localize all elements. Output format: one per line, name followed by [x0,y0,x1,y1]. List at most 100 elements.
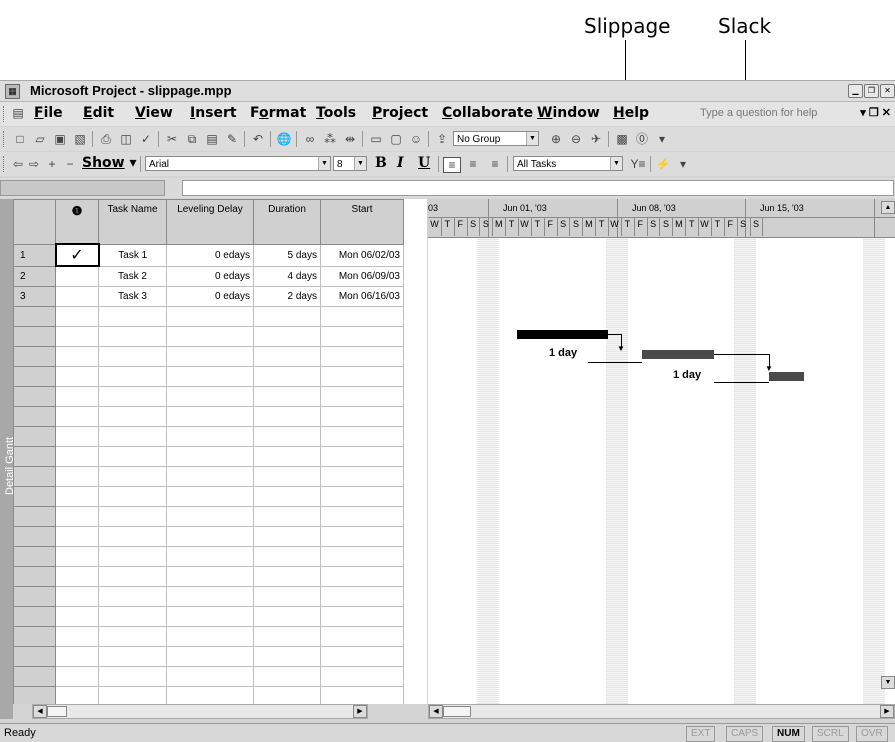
toolbar-grip[interactable] [3,131,7,147]
table-row[interactable] [13,686,404,704]
table-row[interactable] [13,446,404,467]
leveling-delay-cell[interactable]: 0 edays [166,286,254,307]
print-preview-icon[interactable]: ◫ [118,132,134,146]
align-center-icon[interactable]: ≡ [465,157,481,171]
indent-icon[interactable]: ⇨ [26,157,42,171]
start-cell[interactable] [320,686,404,704]
scroll-to-task-icon[interactable]: ✈ [588,132,604,146]
table-row[interactable]: 3 Task 30 edays 2 days Mon 06/16/03 [13,286,404,307]
document-icon[interactable]: ▤ [10,106,26,120]
leveling-delay-cell[interactable] [166,546,254,567]
leveling-delay-cell[interactable] [166,526,254,547]
duration-cell[interactable] [253,566,321,587]
start-cell[interactable] [320,506,404,527]
task-3-bar[interactable] [769,372,804,381]
table-row[interactable] [13,666,404,687]
menu-grip[interactable] [3,106,7,122]
start-cell[interactable]: Mon 06/09/03 [320,265,404,287]
zoom-out-icon[interactable]: ⊖ [568,132,584,146]
app-icon[interactable]: ▦ [5,84,20,99]
indicator-cell[interactable] [55,506,99,527]
indicator-cell[interactable] [55,366,99,387]
table-row[interactable]: 1 ✓ Task 10 edays 5 days Mon 06/02/03 [13,243,404,267]
indicator-cell[interactable] [55,265,99,287]
table-row[interactable] [13,346,404,367]
row-number[interactable] [13,426,56,447]
table-row[interactable] [13,306,404,327]
new-icon[interactable]: □ [12,132,28,146]
gantt-horizontal-scrollbar[interactable]: ◀ ▶ [428,704,895,719]
table-row[interactable]: 2 Task 20 edays 4 days Mon 06/09/03 [13,265,404,287]
leveling-delay-cell[interactable] [166,666,254,687]
indicator-cell[interactable] [55,326,99,347]
start-cell[interactable] [320,306,404,327]
task-name-cell[interactable] [98,626,167,647]
split-task-icon[interactable]: ⇹ [342,132,358,146]
table-row[interactable] [13,426,404,447]
leveling-delay-cell[interactable] [166,326,254,347]
restore-icon[interactable]: ❐ [864,84,879,98]
align-left-icon[interactable]: ≡ [443,157,461,173]
font-dropdown[interactable]: Arial ▼ [145,156,331,171]
link-tasks-icon[interactable]: ∞ [302,132,318,146]
menu-item[interactable]: Project [372,105,428,121]
menu-item[interactable]: Window [537,105,600,121]
row-number[interactable] [13,666,56,687]
task-name-cell[interactable] [98,666,167,687]
row-number[interactable] [13,626,56,647]
indicator-cell[interactable] [55,486,99,507]
scroll-right-icon[interactable]: ▶ [880,705,894,718]
indicator-cell[interactable] [55,346,99,367]
indicator-cell[interactable] [55,566,99,587]
leveling-delay-cell[interactable] [166,426,254,447]
leveling-delay-cell[interactable] [166,306,254,327]
leveling-delay-cell[interactable] [166,366,254,387]
column-header-duration[interactable]: Duration [253,199,321,245]
task-name-cell[interactable] [98,686,167,704]
start-cell[interactable] [320,646,404,667]
task-name-cell[interactable] [98,326,167,347]
row-number[interactable] [13,326,56,347]
leveling-delay-cell[interactable] [166,466,254,487]
cut-icon[interactable]: ✂ [164,132,180,146]
indicator-cell[interactable] [55,626,99,647]
start-cell[interactable] [320,326,404,347]
table-row[interactable] [13,326,404,347]
show-subtasks-icon[interactable]: + [44,157,60,171]
indicator-cell[interactable] [55,446,99,467]
leveling-delay-cell[interactable] [166,626,254,647]
row-number[interactable] [13,566,56,587]
leveling-delay-cell[interactable] [166,606,254,627]
indicator-cell[interactable] [55,546,99,567]
indicator-cell[interactable] [55,666,99,687]
table-row[interactable] [13,626,404,647]
indicator-cell[interactable] [55,286,99,307]
duration-cell[interactable] [253,646,321,667]
table-row[interactable] [13,386,404,407]
copy-icon[interactable]: ⧉ [184,132,200,146]
row-number[interactable] [13,526,56,547]
duration-cell[interactable] [253,666,321,687]
publish-icon[interactable]: ⇪ [434,132,450,146]
duration-cell[interactable] [253,626,321,647]
open-icon[interactable]: ▱ [32,132,48,146]
table-row[interactable] [13,606,404,627]
scroll-left-icon[interactable]: ◀ [429,705,443,718]
outdent-icon[interactable]: ⇦ [10,157,26,171]
font-size-dropdown[interactable]: 8 ▼ [333,156,367,171]
row-number[interactable] [13,506,56,527]
copy-picture-icon[interactable]: ▩ [614,132,630,146]
duration-cell[interactable] [253,486,321,507]
table-row[interactable] [13,486,404,507]
close-icon[interactable]: ✕ [880,84,895,98]
duration-cell[interactable] [253,326,321,347]
start-cell[interactable] [320,346,404,367]
start-cell[interactable]: Mon 06/02/03 [320,243,404,267]
row-number[interactable] [13,406,56,427]
duration-cell[interactable] [253,526,321,547]
duration-cell[interactable] [253,546,321,567]
task-name-cell[interactable] [98,346,167,367]
task-name-cell[interactable] [98,546,167,567]
scroll-right-icon[interactable]: ▶ [353,705,367,718]
menu-item[interactable]: Insert [190,105,237,121]
